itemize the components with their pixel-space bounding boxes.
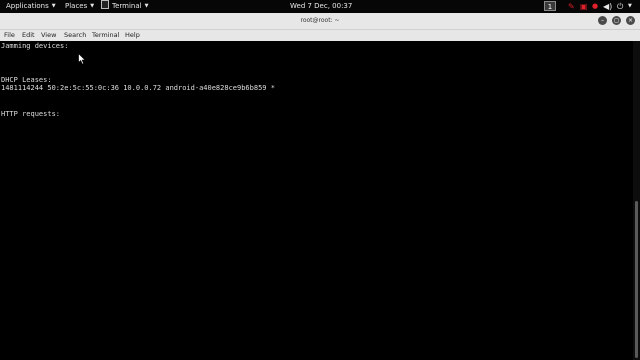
- menu-terminal[interactable]: Terminal: [92, 30, 119, 41]
- terminal-line-dhcp-lease: 1481114244 50:2e:5c:55:0c:36 10.0.0.72 a…: [1, 84, 275, 92]
- volume-icon[interactable]: ◀): [603, 0, 612, 13]
- applications-menu[interactable]: Applications ▼: [6, 0, 56, 13]
- network-tool-icon[interactable]: ✎: [568, 0, 575, 13]
- menu-view[interactable]: View: [41, 30, 56, 41]
- terminal-app-label: Terminal: [112, 2, 142, 10]
- terminal-app-menu[interactable]: Terminal ▼: [101, 0, 148, 13]
- close-button[interactable]: ×: [626, 16, 635, 25]
- menu-edit[interactable]: Edit: [22, 30, 35, 41]
- workspace-indicator[interactable]: 1: [544, 1, 556, 11]
- notes-icon[interactable]: ▣: [580, 0, 588, 13]
- menubar: File Edit View Search Terminal Help: [0, 30, 640, 41]
- chevron-down-icon[interactable]: ▼: [628, 0, 632, 13]
- top-panel: Applications ▼ Places ▼ Terminal ▼ Wed 7 De…: [0, 0, 640, 13]
- terminal-output[interactable]: Jamming devices: DHCP Leases: 1481114244…: [0, 41, 633, 360]
- maximize-button[interactable]: ◻: [612, 16, 621, 25]
- terminal-line-jamming: Jamming devices:: [1, 42, 69, 50]
- terminal-line-http-header: HTTP requests:: [1, 110, 61, 118]
- clock[interactable]: Wed 7 Dec, 00:37: [290, 0, 352, 13]
- recording-icon[interactable]: ●: [592, 0, 598, 13]
- window-titlebar[interactable]: root@root: ~ – ◻ ×: [0, 13, 640, 30]
- chevron-down-icon: ▼: [90, 3, 95, 9]
- window-title: root@root: ~: [300, 17, 340, 24]
- terminal-scrollbar[interactable]: [633, 41, 640, 360]
- mouse-pointer-icon: [78, 53, 86, 65]
- chevron-down-icon: ▼: [144, 3, 149, 9]
- places-label: Places: [65, 2, 88, 10]
- menu-search[interactable]: Search: [64, 30, 86, 41]
- terminal-line-dhcp-header: DHCP Leases:: [1, 76, 52, 84]
- minimize-button[interactable]: –: [598, 16, 607, 25]
- chevron-down-icon: ▼: [51, 3, 56, 9]
- applications-label: Applications: [6, 2, 49, 10]
- scrollbar-thumb[interactable]: [635, 201, 638, 358]
- menu-file[interactable]: File: [4, 30, 15, 41]
- menu-help[interactable]: Help: [125, 30, 140, 41]
- terminal-app-icon: [101, 0, 109, 9]
- places-menu[interactable]: Places ▼: [65, 0, 94, 13]
- power-icon[interactable]: ⏻: [617, 0, 623, 13]
